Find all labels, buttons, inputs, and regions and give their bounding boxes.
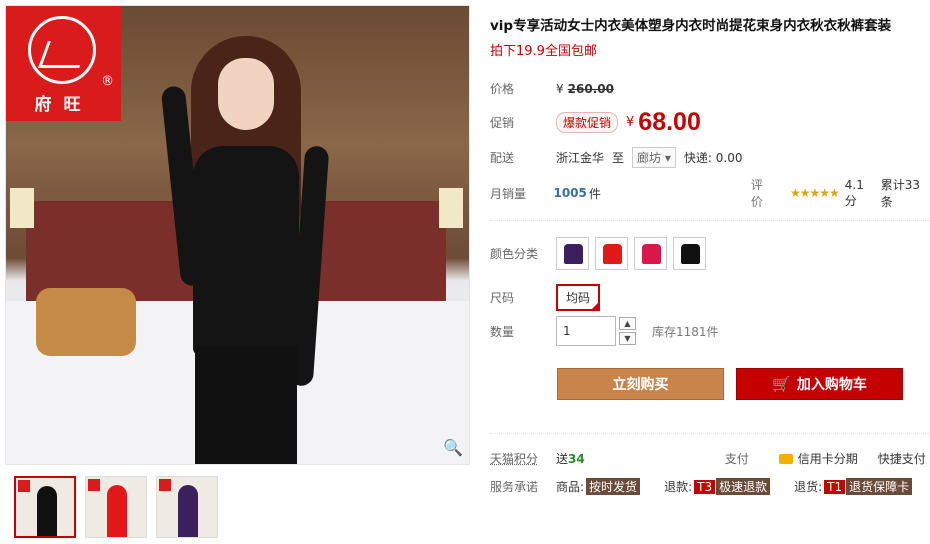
- color-swatch-red[interactable]: [595, 237, 628, 270]
- quantity-input[interactable]: [556, 316, 616, 346]
- service-return: 退货:: [794, 480, 823, 494]
- thumb-logo: [88, 479, 100, 491]
- service-goods: 商品:: [556, 480, 585, 494]
- product-subtitle: 拍下19.9全国包邮: [490, 44, 597, 59]
- sales-count: 1005: [553, 186, 587, 200]
- chevron-down-icon: ▾: [664, 151, 671, 165]
- buy-now-label: 立刻购买: [612, 376, 669, 392]
- model-pants: [195, 346, 297, 464]
- model-top: [193, 146, 299, 356]
- ship-from: 浙江金华: [556, 151, 605, 165]
- price-row: 价格 ¥ 260.00: [490, 80, 614, 97]
- rating-score: 4.1分: [844, 177, 864, 208]
- thumb-figure: [107, 485, 127, 537]
- promo-label: 促销: [490, 116, 515, 130]
- currency-symbol: ¥: [556, 81, 564, 96]
- cart-icon: 🛒: [772, 376, 791, 393]
- quick-pay[interactable]: 快捷支付: [878, 450, 926, 467]
- thumbnail-red[interactable]: [85, 476, 147, 538]
- lamp-right: [439, 188, 463, 228]
- shipping-row: 配送 浙江金华 至 廊坊 ▾ 快递: 0.00: [490, 147, 742, 168]
- color-swatch-purple[interactable]: [556, 237, 589, 270]
- rating-stars-icon: ★★★★★: [789, 186, 840, 200]
- buy-now-button[interactable]: 立刻购买: [557, 368, 724, 400]
- sales-row: 月销量 1005 件 评价 ★★★★★ 4.1分 累计33条: [490, 176, 930, 210]
- rating-label: 评价: [750, 178, 763, 209]
- size-option-selected[interactable]: 均码: [556, 284, 601, 311]
- ship-to-word: 至: [612, 151, 625, 165]
- thumb-logo: [159, 479, 171, 491]
- lamp-left: [10, 188, 34, 228]
- product-title: vip专享活动女士内衣美体塑身内衣时尚提花束身内衣秋衣秋裤套装: [490, 18, 892, 34]
- review-count-link[interactable]: 累计33条: [881, 176, 930, 210]
- quantity-stepper: ▲ ▼: [619, 317, 636, 345]
- refund-code-badge: T3: [694, 479, 716, 494]
- credit-installment[interactable]: 信用卡分期: [798, 450, 858, 467]
- fast-refund-tag[interactable]: 极速退款: [716, 478, 771, 495]
- sales-unit: 件: [588, 186, 601, 201]
- promo-badge: 爆款促销: [556, 112, 619, 133]
- size-label: 尺码: [490, 291, 515, 305]
- color-swatch-black[interactable]: [673, 237, 706, 270]
- shipping-fee: 快递: 0.00: [683, 151, 743, 165]
- color-row: 颜色分类: [490, 237, 712, 270]
- shirt-icon: [681, 244, 700, 264]
- promo-currency: ¥: [626, 115, 635, 130]
- points-label[interactable]: 天猫积分: [490, 450, 556, 467]
- promo-price: 68.00: [638, 108, 701, 136]
- zoom-icon[interactable]: 🔍: [443, 438, 463, 458]
- shirt-icon: [603, 244, 622, 264]
- product-main-image[interactable]: ® 府旺 🔍: [5, 5, 470, 465]
- color-swatch-rose[interactable]: [634, 237, 667, 270]
- quantity-decrease-button[interactable]: ▼: [619, 332, 636, 345]
- color-label: 颜色分类: [490, 247, 539, 261]
- pay-label: 支付: [724, 452, 749, 466]
- return-code-badge: T1: [824, 479, 846, 494]
- quantity-row: 数量 ▲ ▼ 库存1181件: [490, 316, 719, 346]
- service-label: 服务承诺: [490, 480, 539, 494]
- points-value: 34: [568, 451, 585, 466]
- original-price: 260.00: [567, 81, 614, 96]
- sales-label: 月销量: [490, 186, 527, 201]
- size-row: 尺码 均码: [490, 284, 601, 311]
- quantity-label: 数量: [490, 324, 515, 339]
- destination-value: 廊坊: [637, 151, 662, 165]
- pillow: [36, 288, 136, 356]
- return-guarantee-tag[interactable]: 退货保障卡: [846, 478, 913, 495]
- thumbnail-black[interactable]: [14, 476, 76, 538]
- service-row: 服务承诺 商品: 按时发货 退款: T3 极速退款 退货: T1 退货保障卡: [490, 478, 930, 495]
- add-to-cart-button[interactable]: 🛒 加入购物车: [736, 368, 903, 400]
- shirt-icon: [642, 244, 661, 264]
- brand-name: 府旺: [34, 95, 93, 115]
- divider: [490, 220, 930, 221]
- add-to-cart-label: 加入购物车: [796, 376, 867, 392]
- product-info: vip专享活动女士内衣美体塑身内衣时尚提花束身内衣秋衣秋裤套装 拍下19.9全国…: [490, 14, 925, 59]
- thumbnail-purple[interactable]: [156, 476, 218, 538]
- points-row: 天猫积分 送 34 支付 信用卡分期 快捷支付: [490, 450, 930, 467]
- thumb-logo: [18, 480, 30, 492]
- thumbnail-strip: [14, 476, 218, 538]
- destination-select[interactable]: 廊坊 ▾: [632, 147, 676, 168]
- price-label: 价格: [490, 82, 515, 96]
- registered-mark: ®: [101, 74, 114, 89]
- promo-row: 促销 爆款促销 ¥ 68.00: [490, 108, 701, 137]
- thumb-figure: [37, 486, 57, 536]
- service-refund: 退款:: [664, 480, 693, 494]
- divider: [490, 433, 930, 434]
- thumb-figure: [178, 485, 198, 537]
- points-send: 送: [556, 452, 569, 466]
- on-time-tag[interactable]: 按时发货: [586, 478, 641, 495]
- shipping-label: 配送: [490, 151, 515, 165]
- stock-count: 库存1181件: [652, 324, 719, 339]
- quantity-increase-button[interactable]: ▲: [619, 317, 636, 330]
- brand-emblem-icon: [28, 16, 96, 84]
- credit-card-icon: [778, 453, 793, 464]
- brand-logo: ® 府旺: [6, 6, 121, 121]
- shirt-icon: [564, 244, 583, 264]
- model-figure: [160, 36, 330, 464]
- model-face: [218, 58, 274, 130]
